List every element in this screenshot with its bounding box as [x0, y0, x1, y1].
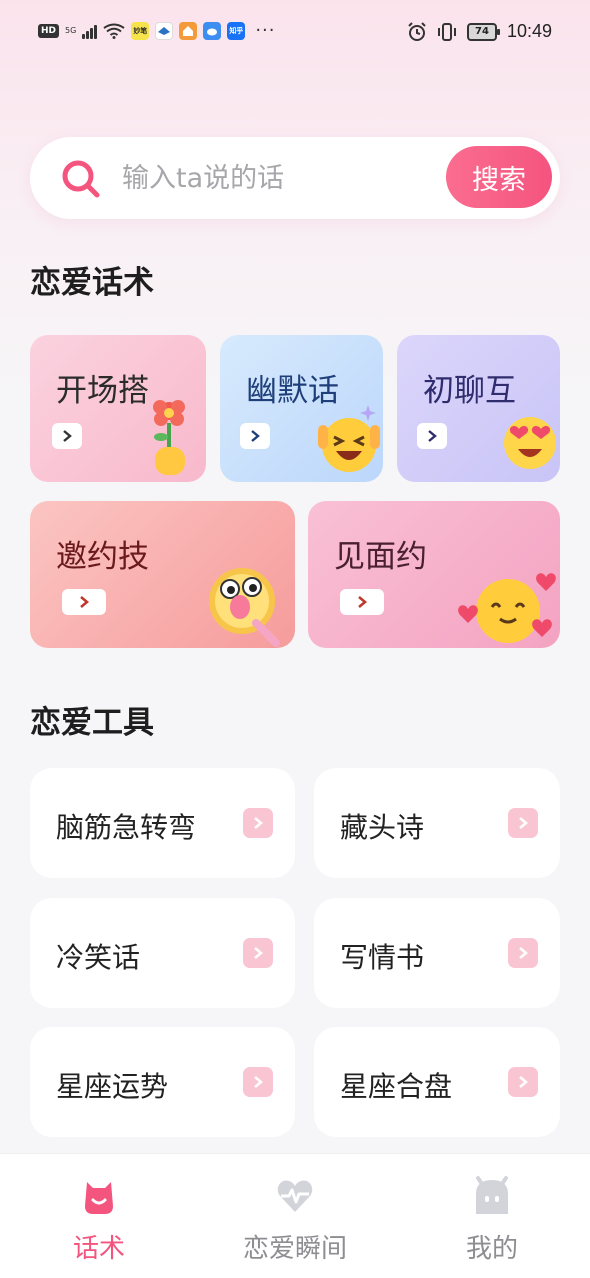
tool-label: 藏头诗 [340, 811, 425, 844]
alarm-icon [408, 21, 426, 41]
tool-label: 脑筋急转弯 [56, 811, 197, 844]
nav-tab-love-moments[interactable]: 恋爱瞬间 [215, 1176, 375, 1265]
nav-label: 我的 [465, 1234, 518, 1264]
chevron-right-icon [52, 423, 82, 449]
tool-label: 冷笑话 [56, 941, 141, 974]
tool-cold-joke[interactable]: 冷笑话 [30, 898, 295, 1008]
tool-zodiac-match[interactable]: 星座合盘 [314, 1027, 560, 1137]
ghost-face-icon [476, 1176, 508, 1214]
talk-card-label: 初聊互 [423, 373, 516, 409]
blushing-hearts-face-icon [458, 573, 556, 643]
heart-pulse-icon [277, 1180, 313, 1212]
search-bar: 搜索 [30, 137, 560, 219]
search-input[interactable] [122, 157, 422, 199]
chevron-right-icon [417, 423, 447, 449]
talk-card-humor[interactable]: 幽默话 [220, 335, 383, 482]
cloud-app-icon [203, 22, 222, 40]
status-right: 74 10:49 [407, 21, 552, 42]
tool-horoscope[interactable]: 星座运势 [30, 1027, 295, 1137]
surprised-character-icon [209, 568, 280, 647]
chevron-right-icon [340, 589, 384, 615]
home-app-icon [179, 22, 198, 40]
nav-label: 恋爱瞬间 [242, 1234, 347, 1264]
talk-card-label: 开场搭 [56, 373, 149, 409]
status-bar: HD 5G 妙笔 知乎 ··· 74 10:49 [0, 0, 590, 64]
chevron-right-icon [243, 938, 273, 968]
nav-tab-talk[interactable]: 话术 [19, 1176, 179, 1265]
battery-icon: 74 [466, 22, 500, 41]
chevron-right-icon [240, 423, 270, 449]
network-type: 5G [65, 26, 77, 35]
bottom-nav: 话术 恋爱瞬间 我的 [0, 1153, 590, 1278]
talk-card-first-chat[interactable]: 初聊互 [397, 335, 560, 482]
vibrate-icon [437, 22, 456, 41]
tool-acrostic-poem[interactable]: 藏头诗 [314, 768, 560, 878]
search-icon [62, 160, 100, 198]
more-notifications-icon: ··· [255, 20, 276, 41]
tool-label: 星座运势 [56, 1070, 169, 1103]
tool-brain-teaser[interactable]: 脑筋急转弯 [30, 768, 295, 878]
nav-tab-mine[interactable]: 我的 [412, 1176, 572, 1265]
smile-bag-icon [85, 1182, 113, 1214]
chevron-right-icon [508, 808, 538, 838]
wifi-icon [103, 23, 125, 39]
talk-card-label: 见面约 [334, 539, 427, 575]
section-title-tools: 恋爱工具 [30, 705, 154, 741]
status-left: HD 5G 妙笔 知乎 ··· [38, 22, 275, 40]
chevron-right-icon [508, 938, 538, 968]
nav-label: 话术 [72, 1234, 125, 1264]
tool-love-letter[interactable]: 写情书 [314, 898, 560, 1008]
app-notification-icon: 妙笔 [131, 22, 150, 40]
laughing-face-icon [318, 405, 380, 472]
tool-label: 星座合盘 [340, 1070, 453, 1103]
talk-card-invite[interactable]: 邀约技 [30, 501, 295, 648]
talk-card-label: 邀约技 [56, 539, 149, 575]
hd-indicator: HD [38, 24, 60, 38]
search-button[interactable]: 搜索 [446, 146, 552, 208]
bird-app-icon [155, 22, 174, 40]
chevron-right-icon [243, 1067, 273, 1097]
clock: 10:49 [506, 21, 552, 41]
tool-label: 写情书 [340, 941, 425, 974]
chevron-right-icon [62, 589, 106, 615]
talk-card-meetup[interactable]: 见面约 [308, 501, 560, 648]
chevron-right-icon [243, 808, 273, 838]
flower-hand-icon [153, 400, 185, 475]
talk-card-opening[interactable]: 开场搭 [30, 335, 206, 482]
chevron-right-icon [508, 1067, 538, 1097]
signal-icon [82, 23, 98, 39]
section-title-talk: 恋爱话术 [30, 265, 154, 301]
zhihu-app-icon: 知乎 [227, 22, 246, 40]
heart-eyes-face-icon [504, 417, 556, 469]
